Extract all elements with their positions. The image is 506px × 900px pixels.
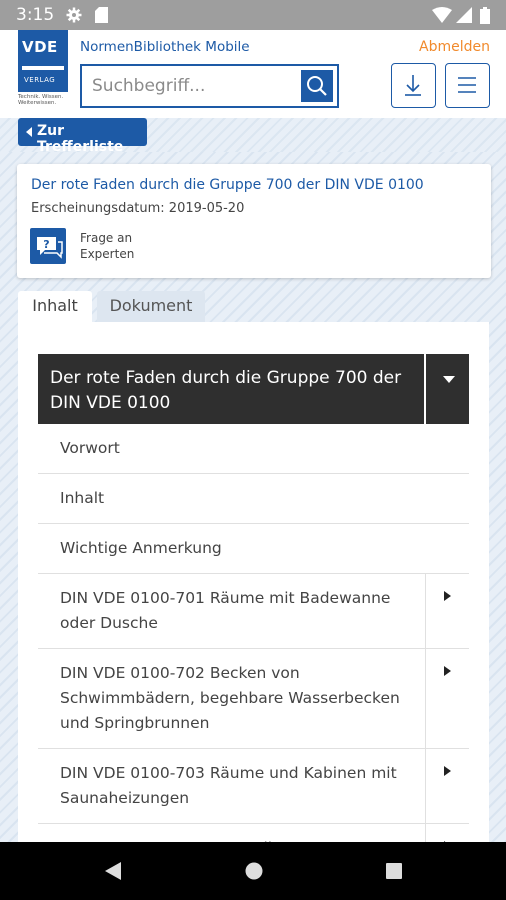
toc-item-label: Wichtige Anmerkung	[60, 539, 222, 557]
search-button[interactable]	[301, 70, 333, 102]
expand-button[interactable]	[425, 749, 469, 823]
toc-item-label: DIN VDE 0100-702 Becken von Schwimmbäder…	[60, 664, 400, 732]
settings-gear-icon	[66, 7, 82, 27]
toc-item-label: DIN VDE 0100-701 Räume mit Badewanne ode…	[60, 589, 391, 632]
hamburger-menu-icon	[446, 77, 488, 110]
status-bar: 3:15	[0, 0, 506, 30]
caret-right-icon	[444, 766, 451, 776]
vde-verlag-logo[interactable]: VDE VERLAG Technik. Wissen. Weiterwissen…	[18, 30, 70, 112]
download-button[interactable]	[391, 63, 436, 108]
search-box	[80, 64, 339, 108]
document-info-card: Der rote Faden durch die Gruppe 700 der …	[17, 164, 491, 278]
logo-block: VDE VERLAG	[18, 30, 68, 92]
caret-right-icon	[444, 666, 451, 676]
toc-item-label: DIN VDE 0100-703 Räume und Kabinen mit S…	[60, 764, 397, 807]
toc-item-vorwort[interactable]: Vorwort	[38, 424, 469, 474]
battery-icon	[480, 7, 490, 28]
expand-button[interactable]	[425, 574, 469, 648]
toc-item-label: Vorwort	[60, 439, 120, 457]
logo-bar	[22, 66, 64, 70]
back-arrow-icon	[26, 127, 32, 137]
ask-expert-label[interactable]: Frage an Experten	[80, 230, 150, 262]
back-to-results-button[interactable]: Zur Trefferliste	[18, 118, 147, 155]
home-nav-icon[interactable]	[244, 860, 264, 886]
logo-brand: VDE	[22, 38, 58, 56]
toc-panel: Der rote Faden durch die Gruppe 700 der …	[18, 322, 489, 874]
download-icon	[392, 75, 434, 110]
status-time: 3:15	[16, 5, 55, 25]
tab-inhalt[interactable]: Inhalt	[18, 291, 92, 323]
document-title-link[interactable]: Der rote Faden durch die Gruppe 700 der …	[31, 177, 424, 193]
search-input[interactable]	[92, 74, 292, 98]
toc-item-702[interactable]: DIN VDE 0100-702 Becken von Schwimmbäder…	[38, 649, 469, 749]
logout-link[interactable]: Abmelden	[419, 39, 490, 55]
toc-item-703[interactable]: DIN VDE 0100-703 Räume und Kabinen mit S…	[38, 749, 469, 824]
system-navigation-bar	[0, 842, 506, 900]
svg-text:?: ?	[43, 238, 49, 251]
ask-expert-icon[interactable]: ?	[30, 228, 66, 264]
back-strip: Zur Trefferliste	[0, 118, 506, 155]
search-icon	[301, 76, 333, 106]
toc-heading-text: Der rote Faden durch die Gruppe 700 der …	[50, 368, 402, 413]
chevron-down-icon[interactable]	[443, 376, 455, 383]
toc-heading-divider	[424, 354, 426, 424]
logo-sub: VERLAG	[24, 76, 56, 84]
back-nav-icon[interactable]	[103, 860, 123, 886]
toc-item-701[interactable]: DIN VDE 0100-701 Räume mit Badewanne ode…	[38, 574, 469, 649]
recents-nav-icon[interactable]	[384, 860, 404, 886]
caret-right-icon	[444, 591, 451, 601]
tab-dokument[interactable]: Dokument	[97, 291, 205, 323]
publication-date: Erscheinungsdatum: 2019-05-20	[31, 201, 245, 216]
toc-list: Vorwort Inhalt Wichtige Anmerkung DIN VD…	[38, 424, 469, 874]
sd-card-icon	[95, 7, 108, 27]
toc-item-inhalt[interactable]: Inhalt	[38, 474, 469, 524]
toc-heading[interactable]: Der rote Faden durch die Gruppe 700 der …	[38, 354, 469, 424]
back-label: Zur Trefferliste	[37, 123, 124, 155]
toc-item-wichtige-anmerkung[interactable]: Wichtige Anmerkung	[38, 524, 469, 574]
app-header: VDE VERLAG Technik. Wissen. Weiterwissen…	[0, 30, 506, 118]
app-title: NormenBibliothek Mobile	[80, 39, 250, 55]
expand-button[interactable]	[425, 649, 469, 748]
signal-icon	[456, 7, 472, 27]
logo-claim: Technik. Wissen. Weiterwissen.	[18, 94, 64, 106]
toc-item-label: Inhalt	[60, 489, 105, 507]
menu-button[interactable]	[445, 63, 490, 108]
wifi-icon	[432, 7, 452, 27]
